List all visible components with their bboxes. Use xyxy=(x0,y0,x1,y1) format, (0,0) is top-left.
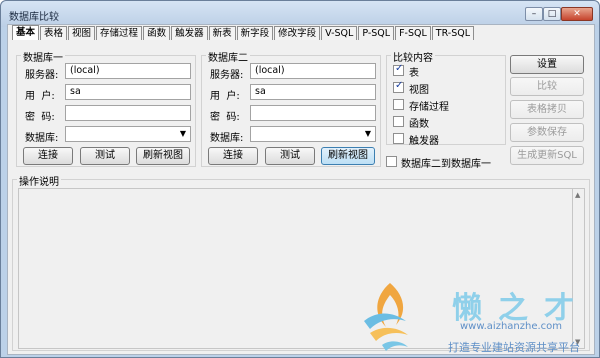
compare-view-label: 视图 xyxy=(409,85,429,96)
db2-database-label: 数据库: xyxy=(210,133,244,144)
watermark-logo-icon xyxy=(364,283,408,351)
chevron-down-icon: ▼ xyxy=(364,129,371,138)
db2-server-label: 服务器: xyxy=(210,70,244,81)
tab-function[interactable]: 函数 xyxy=(143,26,171,40)
generate-sql-button[interactable]: 生成更新SQL xyxy=(510,146,584,165)
db2-user-input[interactable]: sa xyxy=(250,84,376,100)
db2-server-input[interactable]: (local) xyxy=(250,63,376,79)
db1-user-input[interactable]: sa xyxy=(65,84,191,100)
app-window: 数据库比较 – □ ✕ 基本 表格 视图 存储过程 函数 触发器 新表 新字段 … xyxy=(0,0,600,358)
db1-connect-button[interactable]: 连接 xyxy=(23,147,73,165)
tab-new-table[interactable]: 新表 xyxy=(208,26,236,40)
compare-button[interactable]: 比较 xyxy=(510,77,584,96)
tab-basic[interactable]: 基本 xyxy=(12,25,40,40)
tab-v-sql[interactable]: V-SQL xyxy=(321,26,358,40)
db1-password-label: 密 码: xyxy=(25,112,55,123)
compare-trigger-label: 触发器 xyxy=(409,136,439,147)
compare-table-label: 表 xyxy=(409,68,419,79)
db2-connect-button[interactable]: 连接 xyxy=(208,147,258,165)
db2-password-input[interactable] xyxy=(250,105,376,121)
tab-view[interactable]: 视图 xyxy=(68,26,96,40)
settings-button[interactable]: 设置 xyxy=(510,55,584,74)
tab-f-sql[interactable]: F-SQL xyxy=(395,26,431,40)
tab-modify-field[interactable]: 修改字段 xyxy=(274,26,321,40)
db1-legend: 数据库一 xyxy=(21,49,65,64)
compare-function-checkbox[interactable] xyxy=(393,116,404,127)
db1-user-label: 用 户: xyxy=(25,91,55,102)
minimize-button[interactable]: – xyxy=(525,7,543,21)
db1-server-input[interactable]: (local) xyxy=(65,63,191,79)
db2-test-button[interactable]: 测试 xyxy=(265,147,315,165)
tab-new-field[interactable]: 新字段 xyxy=(236,26,274,40)
compare-function-label: 函数 xyxy=(409,119,429,130)
direction-label: 数据库二到数据库一 xyxy=(401,159,491,170)
maximize-button[interactable]: □ xyxy=(543,7,561,21)
watermark-url: www.aizhanzhe.com xyxy=(460,321,563,332)
chevron-down-icon: ▼ xyxy=(179,129,186,138)
db1-test-button[interactable]: 测试 xyxy=(80,147,130,165)
check-icon: ✓ xyxy=(395,80,404,91)
compare-view-checkbox[interactable]: ✓ xyxy=(393,80,404,93)
copy-table-button[interactable]: 表格拷贝 xyxy=(510,100,584,119)
compare-trigger-checkbox[interactable] xyxy=(393,133,404,144)
watermark-slogan: 打造专业建站资源共享平台 xyxy=(448,341,580,354)
ops-legend: 操作说明 xyxy=(17,173,61,188)
tab-p-sql[interactable]: P-SQL xyxy=(358,26,395,40)
compare-table-checkbox[interactable]: ✓ xyxy=(393,63,404,76)
compare-procedure-checkbox[interactable] xyxy=(393,99,404,110)
close-button[interactable]: ✕ xyxy=(561,7,593,21)
db2-group: 数据库二 服务器: (local) 用 户: sa 密 码: 数据库: ▼ 连接… xyxy=(201,49,381,167)
tab-tr-sql[interactable]: TR-SQL xyxy=(431,26,475,40)
db1-refresh-button[interactable]: 刷新视图 xyxy=(136,147,190,165)
check-icon: ✓ xyxy=(395,63,404,74)
direction-checkbox[interactable] xyxy=(386,156,397,167)
db2-database-select[interactable]: ▼ xyxy=(250,126,376,142)
compare-procedure-label: 存储过程 xyxy=(409,102,449,113)
tab-table[interactable]: 表格 xyxy=(40,26,68,40)
compare-legend: 比较内容 xyxy=(391,49,435,64)
scroll-up-icon[interactable]: ▲ xyxy=(575,191,580,199)
db1-group: 数据库一 服务器: (local) 用 户: sa 密 码: 数据库: ▼ 连接… xyxy=(16,49,196,167)
db2-user-label: 用 户: xyxy=(210,91,240,102)
window-title: 数据库比较 xyxy=(9,12,59,23)
tab-trigger[interactable]: 触发器 xyxy=(171,26,208,40)
db1-server-label: 服务器: xyxy=(25,70,59,81)
tab-procedure[interactable]: 存储过程 xyxy=(96,26,143,40)
save-params-button[interactable]: 参数保存 xyxy=(510,123,584,142)
tab-bar: 基本 表格 视图 存储过程 函数 触发器 新表 新字段 修改字段 V-SQL P… xyxy=(12,25,475,40)
watermark: 懒之才 www.aizhanzhe.com 打造专业建站资源共享平台 xyxy=(356,281,596,356)
db1-database-select[interactable]: ▼ xyxy=(65,126,191,142)
db2-refresh-button[interactable]: 刷新视图 xyxy=(321,147,375,165)
db1-password-input[interactable] xyxy=(65,105,191,121)
db1-database-label: 数据库: xyxy=(25,133,59,144)
compare-group: 比较内容 ✓ 表 ✓ 视图 存储过程 函数 触发器 xyxy=(386,49,506,147)
db2-legend: 数据库二 xyxy=(206,49,250,64)
db2-password-label: 密 码: xyxy=(210,112,240,123)
